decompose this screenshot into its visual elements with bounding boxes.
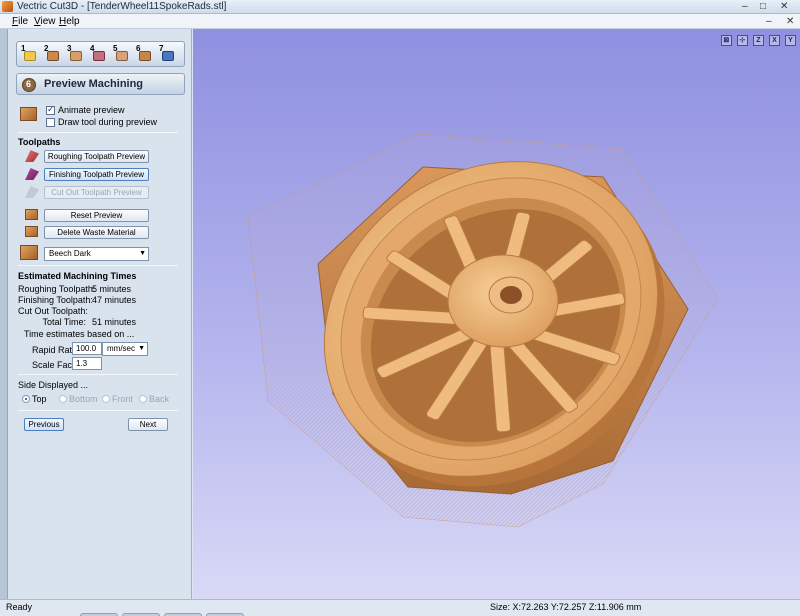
toolpaths-heading: Toolpaths — [18, 137, 61, 147]
cutout-toolpath-icon — [25, 186, 39, 198]
step-badge-icon: 6 — [22, 78, 36, 92]
divider — [18, 410, 178, 411]
cutout-time-label: Cut Out Toolpath: — [18, 306, 88, 316]
total-time-value: 51 minutes — [92, 317, 137, 327]
draw-tool-checkbox[interactable] — [46, 118, 55, 127]
side-top-radio[interactable] — [22, 395, 30, 403]
mdi-close-button[interactable]: ✕ — [786, 15, 794, 28]
model-size-readout: Size: X:72.263 Y:72.257 Z:11.906 mm — [490, 602, 642, 612]
step-2-button[interactable]: 2 — [44, 44, 61, 63]
step-7-button[interactable]: 7 — [159, 44, 176, 63]
side-bottom-label: Bottom — [69, 394, 98, 404]
status-text: Ready — [6, 602, 33, 612]
machining-times-heading: Estimated Machining Times — [18, 271, 137, 281]
title-bar: Vectric Cut3D - [TenderWheel11SpokeRads.… — [0, 0, 800, 14]
reset-preview-icon — [25, 209, 38, 220]
animate-preview-label: Animate preview — [58, 105, 125, 115]
rapid-rate-input[interactable]: 100.0 — [72, 342, 102, 355]
divider — [18, 132, 178, 133]
total-time-label: Total Time: — [42, 317, 86, 327]
machined-wheel-model — [247, 133, 719, 528]
taskbar-buttons — [80, 610, 320, 616]
material-value: Beech Dark — [49, 249, 91, 258]
preview-machining-panel: 1 2 3 4 5 6 7 6 Preview Machining Animat… — [8, 29, 192, 599]
time-estimates-note: Time estimates based on ... — [24, 329, 135, 339]
app-logo-icon — [2, 1, 13, 12]
wizard-step-bar: 1 2 3 4 5 6 7 — [16, 41, 185, 67]
menu-help[interactable]: Help — [59, 15, 80, 28]
step-badge-number: 6 — [26, 79, 32, 89]
next-button[interactable]: Next — [128, 418, 168, 431]
step-5-button[interactable]: 5 — [113, 44, 130, 63]
delete-waste-icon — [25, 226, 38, 237]
finishing-preview-button[interactable]: Finishing Toolpath Preview — [44, 168, 149, 181]
save-icon — [162, 51, 174, 61]
menu-file[interactable]: File — [12, 15, 28, 28]
maximize-button[interactable]: □ — [760, 1, 766, 12]
step-6-button[interactable]: 6 — [136, 44, 153, 63]
scale-factor-input[interactable]: 1.3 — [72, 357, 102, 370]
orientation-icon — [47, 51, 59, 61]
rapid-rate-label: Rapid Rate — [32, 345, 78, 355]
left-dock-strip — [0, 29, 8, 599]
animate-preview-checkbox[interactable] — [46, 104, 55, 115]
divider — [18, 265, 178, 266]
step-3-button[interactable]: 3 — [67, 44, 84, 63]
close-button[interactable]: ✕ — [780, 1, 788, 12]
chevron-down-icon: ▼ — [139, 250, 146, 257]
side-displayed-heading: Side Displayed ... — [18, 380, 89, 390]
roughing-preview-button[interactable]: Roughing Toolpath Preview — [44, 150, 149, 163]
finishing-time-value: 47 minutes — [92, 295, 137, 305]
finishing-time-label: Finishing Toolpath: — [18, 295, 93, 305]
side-bottom-radio[interactable] — [59, 395, 67, 403]
previous-button[interactable]: Previous — [24, 418, 64, 431]
roughing-toolpath-icon — [25, 150, 39, 162]
window-title: Vectric Cut3D - [TenderWheel11SpokeRads.… — [17, 1, 227, 12]
panel-title: Preview Machining — [44, 78, 144, 90]
step-4-button[interactable]: 4 — [90, 44, 107, 63]
step-1-button[interactable]: 1 — [21, 44, 38, 63]
material-swatch-icon — [20, 245, 38, 260]
roughing-time-value: 5 minutes — [92, 284, 132, 294]
side-back-radio[interactable] — [139, 395, 147, 403]
side-front-radio[interactable] — [102, 395, 110, 403]
preview-block-icon — [20, 107, 37, 121]
menu-view[interactable]: View — [34, 15, 56, 28]
open-folder-icon — [24, 51, 36, 61]
rapid-rate-unit-value: mm/sec — [107, 344, 135, 353]
material-select[interactable]: Beech Dark ▼ — [44, 247, 149, 261]
roughing-time-label: Roughing Toolpath: — [18, 284, 96, 294]
roughing-icon — [70, 51, 82, 61]
chevron-down-icon: ▼ — [138, 345, 145, 352]
finishing-icon — [93, 51, 105, 61]
cutout-preview-button[interactable]: Cut Out Toolpath Preview — [44, 186, 149, 199]
side-top-label: Top — [32, 394, 47, 404]
3d-viewport[interactable]: ⊠ ⊹ Z X Y — [193, 29, 800, 599]
panel-title-bar: 6 Preview Machining — [16, 73, 185, 95]
side-back-label: Back — [149, 394, 170, 404]
divider — [18, 374, 178, 375]
rapid-rate-unit-select[interactable]: mm/sec ▼ — [102, 342, 148, 356]
draw-tool-label: Draw tool during preview — [58, 117, 158, 127]
minimize-button[interactable]: – — [742, 1, 748, 12]
finishing-toolpath-icon — [25, 168, 39, 180]
delete-waste-button[interactable]: Delete Waste Material — [44, 226, 149, 239]
axle-hole — [500, 286, 522, 304]
side-front-label: Front — [112, 394, 134, 404]
cutout-icon — [116, 51, 128, 61]
reset-preview-button[interactable]: Reset Preview — [44, 209, 149, 222]
menu-bar: File View Help – ✕ — [0, 14, 800, 29]
preview-icon — [139, 51, 151, 61]
mdi-minimize-button[interactable]: – — [766, 15, 772, 28]
